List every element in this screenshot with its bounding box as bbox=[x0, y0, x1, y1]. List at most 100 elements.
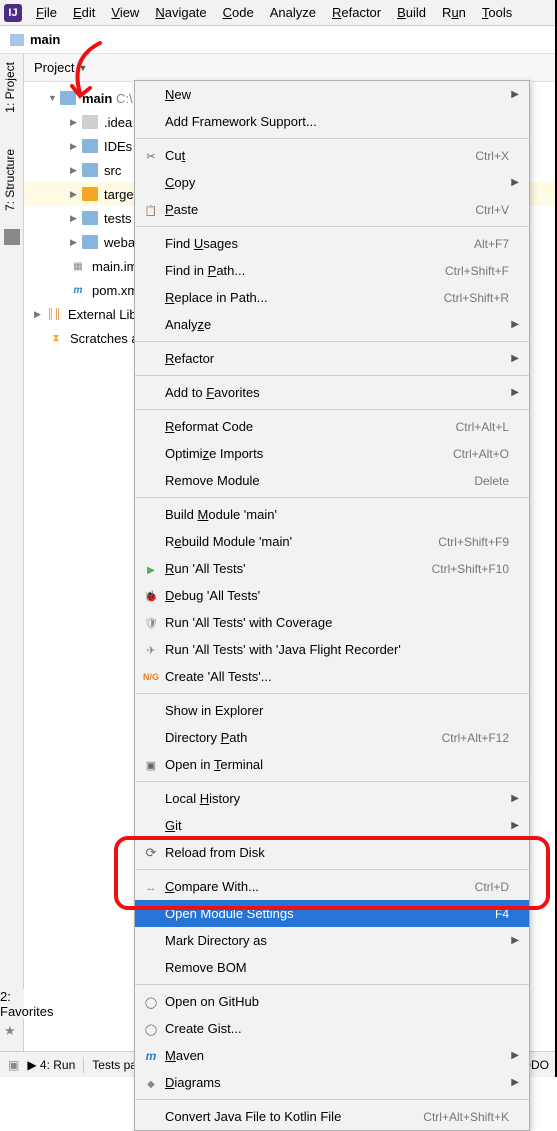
menu-item-cut[interactable]: CutCtrl+X bbox=[135, 142, 529, 169]
blank-icon bbox=[141, 385, 161, 401]
expand-icon[interactable]: ▶ bbox=[70, 117, 80, 128]
menu-item-run-all-tests-with-coverage[interactable]: Run 'All Tests' with Coverage bbox=[135, 609, 529, 636]
menu-item-directory-path[interactable]: Directory PathCtrl+Alt+F12 bbox=[135, 724, 529, 751]
menu-item-mark-directory-as[interactable]: Mark Directory as▶ bbox=[135, 927, 529, 954]
menu-item-copy[interactable]: Copy▶ bbox=[135, 169, 529, 196]
project-view-header[interactable]: Project ▼ bbox=[24, 54, 557, 82]
blank-icon bbox=[141, 263, 161, 279]
maven-icon: m bbox=[141, 1048, 161, 1064]
menu-item-local-history[interactable]: Local History▶ bbox=[135, 785, 529, 812]
menu-item-open-on-github[interactable]: Open on GitHub bbox=[135, 988, 529, 1015]
menu-item-compare-with[interactable]: Compare With...Ctrl+D bbox=[135, 873, 529, 900]
menu-bar: IJ FileEditViewNavigateCodeAnalyzeRefact… bbox=[0, 0, 557, 26]
menu-item-create-all-tests[interactable]: N/GCreate 'All Tests'... bbox=[135, 663, 529, 690]
menu-item-label: Directory Path bbox=[161, 730, 442, 745]
menu-item-find-in-path[interactable]: Find in Path...Ctrl+Shift+F bbox=[135, 257, 529, 284]
menu-item-refactor[interactable]: Refactor▶ bbox=[135, 345, 529, 372]
menu-item-run-all-tests[interactable]: Run 'All Tests'Ctrl+Shift+F10 bbox=[135, 555, 529, 582]
folder-icon bbox=[82, 211, 98, 225]
expand-icon[interactable]: ▶ bbox=[70, 189, 80, 200]
tool-icon: ▣ bbox=[8, 1058, 19, 1072]
blank-icon bbox=[141, 473, 161, 489]
star-icon[interactable]: ★ bbox=[4, 1023, 16, 1039]
menu-item-open-module-settings[interactable]: Open Module SettingsF4 bbox=[135, 900, 529, 927]
menu-item-show-in-explorer[interactable]: Show in Explorer bbox=[135, 697, 529, 724]
menu-item-label: Find in Path... bbox=[161, 263, 445, 278]
menu-item-run-all-tests-with-java-flight-recorder[interactable]: Run 'All Tests' with 'Java Flight Record… bbox=[135, 636, 529, 663]
menu-item-remove-bom[interactable]: Remove BOM bbox=[135, 954, 529, 981]
file-icon: ▦ bbox=[70, 259, 86, 273]
expand-icon[interactable]: ▶ bbox=[70, 237, 80, 248]
menu-item-replace-in-path[interactable]: Replace in Path...Ctrl+Shift+R bbox=[135, 284, 529, 311]
shortcut-label: Ctrl+Alt+O bbox=[453, 447, 509, 461]
expand-icon[interactable]: ▶ bbox=[70, 141, 80, 152]
menu-item-find-usages[interactable]: Find UsagesAlt+F7 bbox=[135, 230, 529, 257]
menu-item-remove-module[interactable]: Remove ModuleDelete bbox=[135, 467, 529, 494]
shortcut-label: Delete bbox=[474, 474, 509, 488]
github-icon bbox=[141, 1021, 161, 1037]
structure-tool-tab[interactable]: 7: Structure bbox=[0, 141, 20, 219]
menu-item-label: Remove BOM bbox=[161, 960, 509, 975]
tool-icon[interactable] bbox=[4, 229, 20, 245]
blank-icon bbox=[141, 446, 161, 462]
menu-item-debug-all-tests[interactable]: Debug 'All Tests' bbox=[135, 582, 529, 609]
menu-file[interactable]: File bbox=[28, 2, 65, 23]
menu-item-create-gist[interactable]: Create Gist... bbox=[135, 1015, 529, 1042]
blank-icon bbox=[141, 791, 161, 807]
favorites-tool-tab[interactable]: 2: Favorites bbox=[0, 989, 24, 1019]
menu-item-paste[interactable]: PasteCtrl+V bbox=[135, 196, 529, 223]
submenu-arrow-icon: ▶ bbox=[509, 319, 519, 330]
menu-item-maven[interactable]: mMaven▶ bbox=[135, 1042, 529, 1069]
menu-item-analyze[interactable]: Analyze▶ bbox=[135, 311, 529, 338]
menu-item-label: Rebuild Module 'main' bbox=[161, 534, 438, 549]
menu-item-add-framework-support[interactable]: Add Framework Support... bbox=[135, 108, 529, 135]
run-tool-button[interactable]: ▶ 4: Run bbox=[27, 1058, 75, 1072]
menu-item-diagrams[interactable]: Diagrams▶ bbox=[135, 1069, 529, 1096]
expand-icon[interactable]: ▶ bbox=[34, 309, 44, 320]
menu-item-convert-java-file-to-kotlin-file[interactable]: Convert Java File to Kotlin FileCtrl+Alt… bbox=[135, 1103, 529, 1130]
breadcrumb-root[interactable]: main bbox=[30, 32, 60, 47]
blank-icon bbox=[141, 419, 161, 435]
menu-navigate[interactable]: Navigate bbox=[147, 2, 214, 23]
menu-item-rebuild-module-main[interactable]: Rebuild Module 'main'Ctrl+Shift+F9 bbox=[135, 528, 529, 555]
expand-icon[interactable]: ▶ bbox=[70, 213, 80, 224]
menu-analyze[interactable]: Analyze bbox=[262, 2, 324, 23]
blank-icon bbox=[141, 703, 161, 719]
folder-icon bbox=[82, 235, 98, 249]
menu-item-label: Reload from Disk bbox=[161, 845, 509, 860]
menu-view[interactable]: View bbox=[103, 2, 147, 23]
maven-icon: m bbox=[70, 283, 86, 297]
menu-item-label: Run 'All Tests' bbox=[161, 561, 432, 576]
menu-tools[interactable]: Tools bbox=[474, 2, 520, 23]
tree-label: IDEs bbox=[104, 139, 132, 154]
submenu-arrow-icon: ▶ bbox=[509, 820, 519, 831]
menu-item-optimize-imports[interactable]: Optimize ImportsCtrl+Alt+O bbox=[135, 440, 529, 467]
shortcut-label: Ctrl+D bbox=[475, 880, 509, 894]
menu-item-label: Open on GitHub bbox=[161, 994, 509, 1009]
menu-item-new[interactable]: New▶ bbox=[135, 81, 529, 108]
menu-item-reformat-code[interactable]: Reformat CodeCtrl+Alt+L bbox=[135, 413, 529, 440]
blank-icon bbox=[141, 290, 161, 306]
menu-item-reload-from-disk[interactable]: Reload from Disk bbox=[135, 839, 529, 866]
expand-icon[interactable]: ▼ bbox=[48, 93, 58, 103]
menu-item-add-to-favorites[interactable]: Add to Favorites▶ bbox=[135, 379, 529, 406]
tree-label: tests bbox=[104, 211, 131, 226]
submenu-arrow-icon: ▶ bbox=[509, 1050, 519, 1061]
menu-run[interactable]: Run bbox=[434, 2, 474, 23]
menu-build[interactable]: Build bbox=[389, 2, 434, 23]
menu-item-open-in-terminal[interactable]: Open in Terminal bbox=[135, 751, 529, 778]
menu-item-label: Convert Java File to Kotlin File bbox=[161, 1109, 423, 1124]
shortcut-label: Ctrl+Shift+F bbox=[445, 264, 509, 278]
menu-edit[interactable]: Edit bbox=[65, 2, 103, 23]
project-tool-tab[interactable]: 1: Project bbox=[0, 54, 20, 121]
menu-item-label: Create Gist... bbox=[161, 1021, 509, 1036]
expand-icon[interactable]: ▶ bbox=[70, 165, 80, 176]
github-icon bbox=[141, 994, 161, 1010]
blank-icon bbox=[141, 960, 161, 976]
menu-item-build-module-main[interactable]: Build Module 'main' bbox=[135, 501, 529, 528]
menu-separator bbox=[135, 341, 529, 342]
menu-item-git[interactable]: Git▶ bbox=[135, 812, 529, 839]
menu-code[interactable]: Code bbox=[215, 2, 262, 23]
menu-item-label: Add Framework Support... bbox=[161, 114, 509, 129]
menu-refactor[interactable]: Refactor bbox=[324, 2, 389, 23]
